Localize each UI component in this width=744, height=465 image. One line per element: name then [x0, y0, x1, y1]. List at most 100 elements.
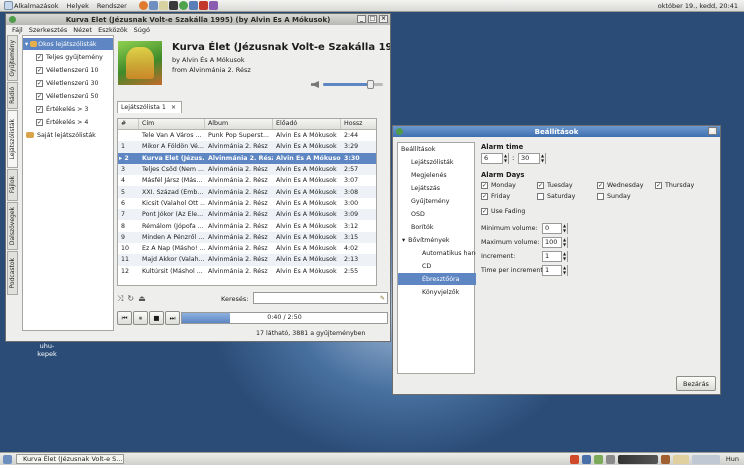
settings-titlebar[interactable]: Beállítások × [393, 126, 720, 137]
spin-arrows-icon[interactable]: ▲ ▼ [561, 265, 567, 276]
tab-collection[interactable]: Gyűjtemény [7, 35, 18, 81]
nav-item-playback[interactable]: Lejátszás [398, 182, 476, 194]
network-icon[interactable] [188, 1, 198, 10]
time-per-increment-spin[interactable]: 1 ▲ ▼ [542, 265, 568, 276]
hour-spin[interactable]: 6 ▲ ▼ [481, 153, 509, 164]
places-menu[interactable]: Helyek [63, 2, 93, 10]
tree-my-playlists[interactable]: Saját lejátszólisták [26, 129, 114, 141]
column-title[interactable]: Cím [139, 119, 205, 129]
day-checkbox[interactable]: ✓ Monday [481, 182, 516, 189]
tree-item[interactable]: ✓ Véletlenszerű 30 [36, 77, 114, 89]
tree-item[interactable]: ✓ Értékelés > 4 [36, 116, 114, 128]
use-fading-checkbox[interactable]: ✓ Use Fading [481, 208, 525, 215]
column-length[interactable]: Hossz [341, 119, 367, 129]
tab-podcasts[interactable]: Podcastok [7, 251, 18, 295]
minimize-button[interactable]: _ [357, 15, 366, 23]
day-checkbox[interactable]: ✓ Friday [481, 193, 510, 200]
spin-arrows-icon[interactable]: ▲ ▼ [561, 251, 567, 262]
table-row[interactable]: 12 Kultúrsit (Máshol ... Alvinmánia 2. Rés… [118, 266, 376, 277]
volume-slider[interactable] [323, 80, 383, 89]
day-checkbox[interactable]: ✓ Tuesday [537, 182, 573, 189]
tray-icon[interactable] [569, 454, 579, 464]
system-menu[interactable]: Rendszer [93, 2, 131, 10]
tray-icon[interactable] [605, 454, 615, 464]
table-row[interactable]: 1 Mikor A Földön Vé... Alvinmánia 2. Rész A… [118, 141, 376, 153]
keyboard-layout[interactable]: Hun [721, 455, 744, 463]
expander-icon[interactable]: ▾ [402, 237, 405, 244]
media-icon[interactable] [178, 1, 188, 10]
table-row[interactable]: 6 Kicsit (Valahol Ott ... Alvinmánia 2. Ré… [118, 198, 376, 209]
expander-icon[interactable]: ▾ [25, 41, 28, 48]
column-artist[interactable]: Előadó [273, 119, 341, 129]
spin-arrows-icon[interactable]: ▲ ▼ [561, 237, 567, 248]
spin-arrows-icon[interactable]: ▲ ▼ [561, 223, 567, 234]
tree-item[interactable]: ✓ Teljes gyűjtemény [36, 51, 114, 63]
table-row[interactable]: 11 Majd Akkor (Valah... Alvinmánia 2. Rész… [118, 254, 376, 266]
table-row[interactable]: 3 Teljes Csőd (Nem ... Alvinmánia 2. Rész A… [118, 163, 376, 176]
table-row[interactable]: Tele Van A Város ... Punk Pop Superst... A… [118, 130, 376, 141]
table-row[interactable]: 7 Pont Jókor (Az Éle... Alvinmánia 2. Rész… [118, 209, 376, 221]
next-button[interactable]: ⏭ [165, 311, 180, 325]
tree-item[interactable]: ✓ Értékelés > 3 [36, 103, 114, 115]
repeat-icon[interactable]: ↻ [127, 294, 134, 304]
nav-item-appearance[interactable]: Megjelenés [398, 169, 476, 181]
taskbar-button-player[interactable]: Kurva Élet (Jézusnak Volt-e S... [16, 454, 124, 464]
workspace-switcher[interactable] [691, 454, 720, 464]
tab-playlists[interactable]: Lejátszólisták [7, 110, 18, 168]
tree-smart-playlists[interactable]: ▾ Okos lejátszólisták [23, 38, 113, 50]
firefox-icon[interactable] [138, 1, 148, 10]
tree-item[interactable]: ✓ Véletlenszerű 50 [36, 90, 114, 102]
menu-edit[interactable]: Szerkesztés [26, 26, 70, 34]
day-checkbox[interactable]: Saturday [537, 193, 575, 200]
settings-close-icon[interactable]: × [708, 127, 717, 135]
calendar-icon[interactable] [158, 1, 168, 10]
day-checkbox[interactable]: ✓ Wednesday [597, 182, 643, 189]
close-settings-button[interactable]: Bezárás [676, 376, 716, 391]
clear-search-icon[interactable]: ✎ [380, 294, 385, 303]
maximize-button[interactable]: □ [368, 15, 377, 23]
menu-tools[interactable]: Eszközök [95, 26, 131, 34]
close-tab-icon[interactable]: × [171, 104, 176, 111]
min-volume-spin[interactable]: 0 ▲ ▼ [542, 223, 568, 234]
help-icon[interactable] [208, 1, 218, 10]
clock[interactable]: október 19., kedd, 20:41 [658, 2, 744, 10]
search-input[interactable]: ✎ [253, 292, 388, 304]
applications-menu[interactable]: Alkalmazások [0, 1, 63, 10]
show-desktop-icon[interactable] [3, 454, 12, 464]
nav-item-auto-volume[interactable]: Automatikus hangerő [398, 247, 476, 259]
tray-icon[interactable] [660, 454, 670, 464]
nav-item-covers[interactable]: Borítók [398, 221, 476, 233]
tab-radio[interactable]: Rádió [7, 82, 18, 109]
volume-knob[interactable] [367, 80, 374, 89]
stop-button[interactable]: ■ [149, 311, 164, 325]
tray-icon[interactable] [593, 454, 603, 464]
table-row[interactable]: 4 Másfél Jársz (Más... Alvinmánia 2. Rész A… [118, 175, 376, 186]
table-row[interactable]: 9 Minden A Pénzről ... Alvinmánia 2. Rész A… [118, 231, 376, 243]
menu-help[interactable]: Súgó [131, 26, 153, 34]
seek-bar[interactable]: 0:40 / 2:50 [181, 312, 388, 324]
minute-spin[interactable]: 30 ▲ ▼ [518, 153, 546, 164]
menu-file[interactable]: Fájl [9, 26, 26, 34]
column-album[interactable]: Album [205, 119, 273, 129]
playlist-tab[interactable]: Lejátszólista 1 × [117, 101, 182, 113]
day-checkbox[interactable]: Sunday [597, 193, 631, 200]
tray-icon[interactable] [672, 454, 689, 464]
tree-item[interactable]: ✓ Véletlenszerű 10 [36, 64, 114, 76]
nav-item-alarm-clock[interactable]: Ébresztőóra [398, 273, 476, 285]
increment-spin[interactable]: 1 ▲ ▼ [542, 251, 568, 262]
tab-files[interactable]: Fájlok [7, 169, 18, 201]
max-volume-spin[interactable]: 100 ▲ ▼ [542, 237, 568, 248]
nav-item-cd[interactable]: CD [398, 260, 476, 272]
nav-item-bookmarks[interactable]: Könyvjelzők [398, 286, 476, 298]
day-checkbox[interactable]: ✓ Thursday [655, 182, 694, 189]
nav-header[interactable]: Beállítások [398, 143, 476, 155]
player-titlebar[interactable]: Kurva Élet (Jézusnak Volt-e Szakálla 199… [6, 14, 390, 25]
close-button[interactable]: × [379, 15, 388, 23]
shuffle-icon[interactable]: ⤨ [117, 294, 123, 304]
pause-button[interactable]: ⏸ [133, 311, 148, 325]
nav-item-plugins[interactable]: ▾ Bővítmények [398, 234, 476, 246]
tray-icon[interactable] [581, 454, 591, 464]
previous-button[interactable]: ⏮ [117, 311, 132, 325]
settings-icon[interactable] [198, 1, 208, 10]
menu-view[interactable]: Nézet [70, 26, 95, 34]
